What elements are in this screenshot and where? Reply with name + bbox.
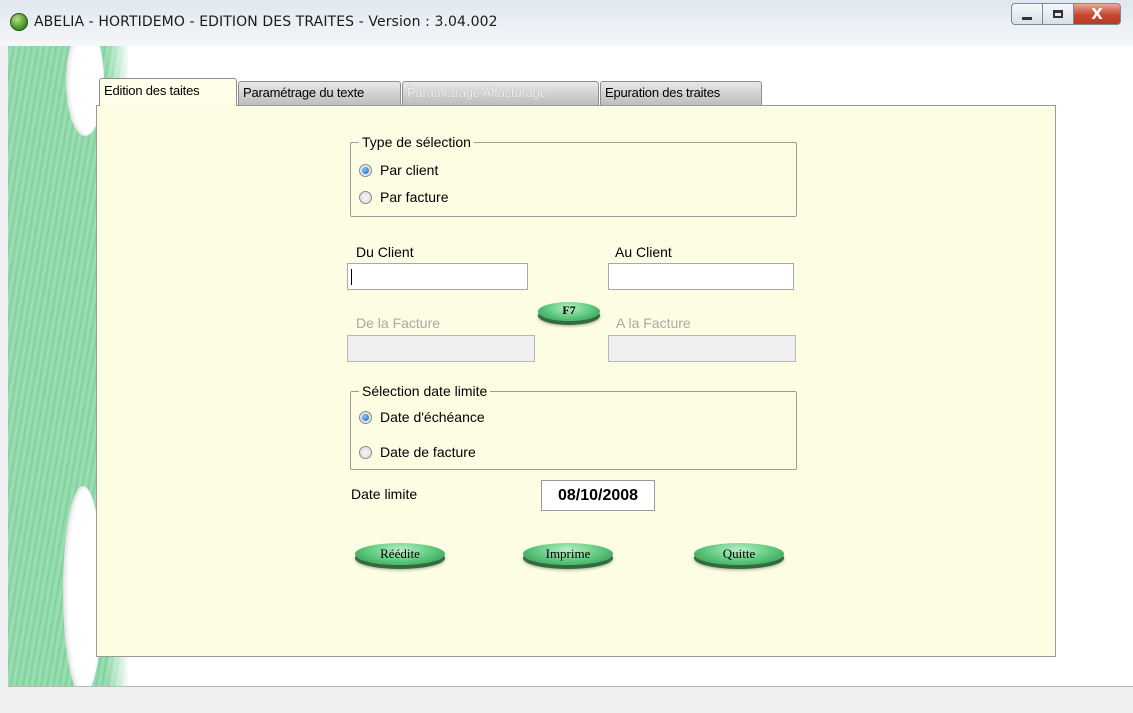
tab-parametrage-texte[interactable]: Paramétrage du texte: [238, 81, 401, 105]
minimize-button[interactable]: [1011, 3, 1043, 25]
app-window: ABELIA - HORTIDEMO - EDITION DES TRAITES…: [0, 0, 1133, 713]
tab-parametrage-affacturage: Paramétrage Affacturage: [402, 81, 599, 105]
close-button[interactable]: X: [1074, 3, 1121, 25]
tab-edition-des-traites[interactable]: Edition des taites: [99, 78, 237, 106]
quit-button[interactable]: Quitte: [694, 543, 784, 565]
radio-checked-icon[interactable]: [359, 410, 372, 424]
to-invoice-label: A la Facture: [616, 315, 691, 331]
f7-lookup-button[interactable]: F7: [538, 302, 600, 321]
close-icon: X: [1091, 5, 1103, 23]
selection-type-legend: Type de sélection: [359, 134, 474, 150]
reedit-button[interactable]: Réédite: [355, 543, 445, 565]
to-invoice-input: [608, 335, 796, 362]
maximize-icon: [1053, 10, 1063, 18]
radio-unchecked-icon[interactable]: [359, 445, 372, 459]
radio-par-client[interactable]: Par client: [359, 162, 438, 178]
radio-par-facture[interactable]: Par facture: [359, 189, 448, 205]
window-title: ABELIA - HORTIDEMO - EDITION DES TRAITES…: [34, 14, 498, 30]
window-controls: X: [1011, 3, 1121, 25]
tab-epuration-traites[interactable]: Epuration des traites: [600, 81, 762, 105]
radio-label: Par client: [380, 162, 439, 178]
app-logo-icon: [10, 13, 28, 31]
from-client-input[interactable]: [347, 263, 528, 290]
from-invoice-label: De la Facture: [356, 315, 441, 331]
status-bar: [8, 686, 1133, 713]
radio-date-facture[interactable]: Date de facture: [359, 444, 476, 460]
maximize-button[interactable]: [1043, 3, 1074, 25]
date-selection-group: Sélection date limite Date d'échéance Da…: [350, 383, 797, 470]
radio-checked-icon[interactable]: [359, 163, 372, 177]
radio-label: Date de facture: [380, 444, 476, 460]
radio-label: Date d'échéance: [380, 409, 485, 425]
text-cursor: [351, 269, 352, 285]
radio-unchecked-icon[interactable]: [359, 190, 372, 204]
to-client-label: Au Client: [615, 244, 672, 260]
from-client-label: Du Client: [356, 244, 414, 260]
to-client-input[interactable]: [608, 263, 794, 290]
radio-label: Par facture: [380, 189, 449, 205]
radio-date-echeance[interactable]: Date d'échéance: [359, 409, 485, 425]
title-bar[interactable]: ABELIA - HORTIDEMO - EDITION DES TRAITES…: [0, 0, 1133, 46]
from-invoice-input: [347, 335, 535, 362]
date-limit-label: Date limite: [351, 486, 418, 502]
print-button[interactable]: Imprime: [523, 543, 613, 565]
date-selection-legend: Sélection date limite: [359, 383, 491, 399]
selection-type-group: Type de sélection Par client Par facture: [350, 134, 797, 217]
minimize-icon: [1022, 16, 1032, 20]
date-limit-input[interactable]: 08/10/2008: [541, 480, 655, 511]
